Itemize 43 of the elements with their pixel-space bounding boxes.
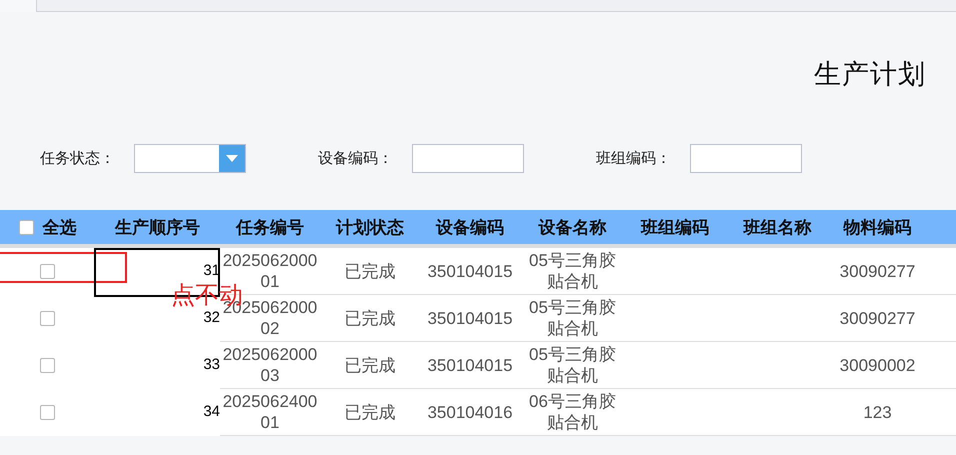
checkbox[interactable] [40, 264, 55, 278]
input-field[interactable] [412, 144, 524, 173]
table-cell: 350104016 [420, 389, 520, 436]
table-cell: 05号三角胶贴合机 [520, 248, 625, 295]
filter-label: 班组编码： [596, 149, 671, 168]
caret-down-icon [226, 155, 238, 162]
column-header: 任务编号 [220, 210, 320, 244]
table-cell: 05号三角胶贴合机 [520, 342, 625, 389]
column-header: 班组名称 [725, 210, 830, 244]
column-header: 生产顺序号 [95, 210, 220, 244]
checkbox[interactable] [40, 404, 55, 420]
table-cell: 已完成 [320, 389, 420, 436]
checkbox[interactable] [40, 358, 55, 372]
table-cell: 已完成 [320, 295, 420, 342]
table-cell: 30090277 [830, 295, 925, 342]
column-header: 设备名称 [520, 210, 625, 244]
filter-label: 设备编码： [318, 149, 393, 168]
page-tab[interactable] [0, 0, 37, 12]
input-field[interactable] [690, 144, 802, 173]
page-title: 生产计划 [814, 58, 926, 91]
column-header: 计划状态 [320, 210, 420, 244]
status-dropdown[interactable] [134, 144, 246, 173]
table-cell: 34 [95, 389, 220, 436]
table-cell: 已完成 [320, 342, 420, 389]
column-header: 物料编码 [830, 210, 925, 244]
checkbox[interactable] [18, 220, 34, 234]
filter-label: 任务状态： [40, 149, 115, 168]
table-cell: 30090277 [830, 248, 925, 295]
table-cell: 202506240001 [220, 389, 320, 436]
table-cell: 350104015 [420, 248, 520, 295]
table-cell: 202506200003 [220, 342, 320, 389]
select-all-label: 全选 [42, 216, 76, 238]
table-cell: 已完成 [320, 248, 420, 295]
table-cell: 123 [830, 389, 925, 436]
table-cell: 30090002 [830, 342, 925, 389]
table-cell: 350104015 [420, 295, 520, 342]
column-header: 班组编码 [625, 210, 725, 244]
table-cell: 05号三角胶贴合机 [520, 295, 625, 342]
table-cell: 06号三角胶贴合机 [520, 389, 625, 436]
column-header: 设备编码 [420, 210, 520, 244]
table-cell: 33 [95, 342, 220, 389]
checkbox[interactable] [40, 310, 55, 326]
table-cell: 350104015 [420, 342, 520, 389]
